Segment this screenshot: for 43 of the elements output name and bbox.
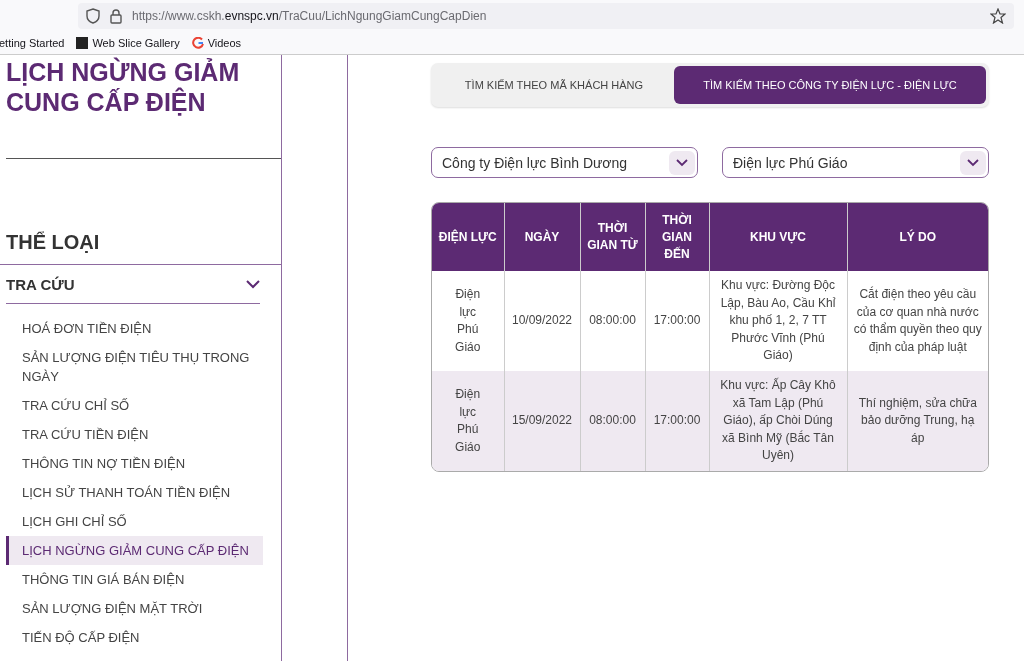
column-header: ĐIỆN LỰC [432, 203, 504, 271]
table-cell: Điện lực Phú Giáo [432, 271, 504, 371]
category-header[interactable]: TRA CỨU [6, 265, 260, 304]
g-logo-icon [191, 37, 204, 49]
sidebar-item[interactable]: SẢN LƯỢNG ĐIỆN TIÊU THỤ TRONG NGÀY [6, 343, 263, 391]
sidebar-item[interactable]: TRA CỨU CHỈ SỐ [6, 391, 263, 420]
sidebar-item[interactable]: THÔNG TIN GIÁ BÁN ĐIỆN [6, 565, 263, 594]
table-cell: 08:00:00 [580, 371, 645, 471]
sidebar-item[interactable]: TRA CỨU TIỀN ĐIỆN [6, 420, 263, 449]
page-title: LỊCH NGỪNG GIẢM CUNG CẤP ĐIỆN [5, 57, 241, 117]
bookmark-link[interactable]: Videos [191, 37, 242, 49]
dropdown[interactable]: Công ty Điện lực Bình Dương [431, 147, 698, 178]
dropdown[interactable]: Điện lực Phú Giáo [722, 147, 989, 178]
address-bar[interactable]: https://www.cskh.evnspc.vn/TraCuu/LichNgungGiamCungCapDien [78, 3, 1014, 29]
bookmark-link[interactable]: Web Slice Gallery [76, 37, 180, 49]
lock-icon [110, 8, 122, 24]
star-icon[interactable] [990, 8, 1006, 24]
column-header: THỜI GIAN TỪ [580, 203, 645, 271]
table-cell: 17:00:00 [645, 371, 709, 471]
slice-icon [76, 37, 89, 49]
tab[interactable]: TÌM KIẾM THEO CÔNG TY ĐIỆN LỰC - ĐIỆN LỰC [674, 66, 986, 104]
table-cell: Điện lực Phú Giáo [432, 371, 504, 471]
shield-icon [86, 8, 100, 24]
table-cell: 15/09/2022 [504, 371, 580, 471]
sidebar-item[interactable]: SẢN LƯỢNG ĐIỆN MẶT TRỜI [6, 594, 263, 623]
table-cell: Thí nghiệm, sửa chữa bảo dưỡng Trung, hạ áp [847, 371, 988, 471]
table-cell: Khu vực: Ấp Cây Khô xã Tam Lập (Phú Giáo), ấp Chòi Dúng xã Bình Mỹ (Bắc Tân Uyên) [709, 371, 847, 471]
sidebar-item[interactable]: LỊCH NGỪNG GIẢM CUNG CẤP ĐIỆN [6, 536, 263, 565]
column-header: KHU VỰC [709, 203, 847, 271]
column-header: THỜI GIAN ĐẾN [645, 203, 709, 271]
chevron-icon [960, 150, 986, 175]
column-header: NGÀY [504, 203, 580, 271]
sidebar-item[interactable]: LỊCH SỬ THANH TOÁN TIỀN ĐIỆN [6, 478, 263, 507]
sidebar-item[interactable]: THÔNG TIN NỢ TIỀN ĐIỆN [6, 449, 263, 478]
tab[interactable]: TÌM KIẾM THEO MÃ KHÁCH HÀNG [434, 66, 674, 104]
bookmark-link[interactable]: etting Started [0, 37, 65, 49]
sidebar-item[interactable]: TIẾN ĐỘ CẤP ĐIỆN [6, 623, 263, 652]
column-header: LÝ DO [847, 203, 988, 271]
url-text: https://www.cskh.evnspc.vn/TraCuu/LichNgungGiamCungCapDien [132, 9, 488, 23]
chevron-icon [669, 150, 695, 175]
section-heading: THỂ LOẠI [0, 159, 281, 265]
sidebar-item[interactable]: HOÁ ĐƠN TIỀN ĐIỆN [6, 314, 263, 343]
sidebar-item[interactable]: LỊCH GHI CHỈ SỐ [6, 507, 263, 536]
